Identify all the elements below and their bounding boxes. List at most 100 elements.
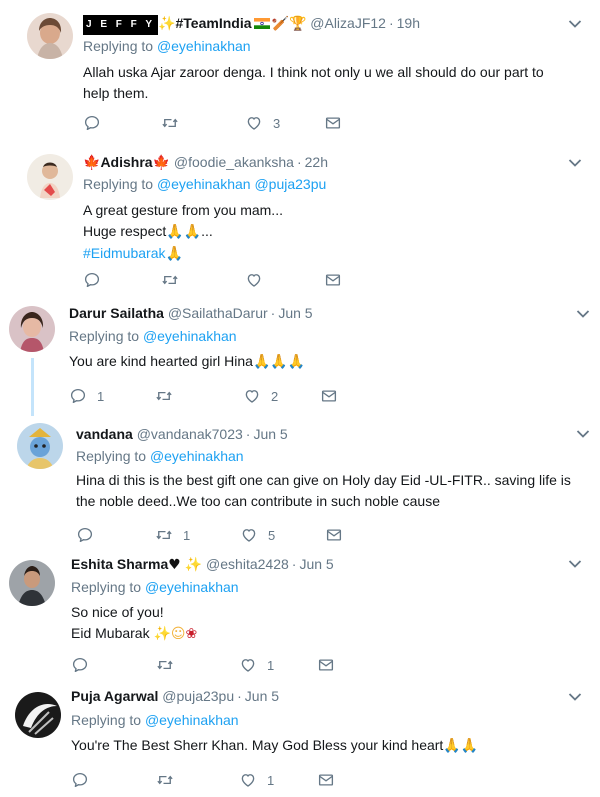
- tweet-header: vandana @vandanak7023 · Jun 5: [76, 426, 288, 442]
- avatar[interactable]: [27, 13, 73, 59]
- avatar[interactable]: [27, 154, 73, 200]
- trophy-icon: 🏆: [288, 16, 307, 32]
- india-flag-icon: [253, 18, 270, 29]
- chevron-down-icon[interactable]: [568, 158, 582, 168]
- avatar[interactable]: [9, 306, 55, 352]
- maple-leaf-icon: 🍁: [152, 155, 170, 171]
- replying-to: Replying to @eyehinakhan @puja23pu: [83, 176, 327, 192]
- reply-button[interactable]: 1: [69, 386, 104, 406]
- retweet-button[interactable]: [161, 270, 179, 290]
- retweet-icon: [161, 114, 179, 132]
- retweet-icon: [155, 387, 173, 405]
- display-name[interactable]: Eshita Sharma♥ ✨: [71, 556, 202, 573]
- reply-button[interactable]: [71, 770, 89, 790]
- dm-button[interactable]: [325, 525, 343, 545]
- chevron-down-icon[interactable]: [568, 559, 582, 569]
- mention-link[interactable]: @eyehinakhan: [157, 38, 251, 54]
- heart-icon: [245, 271, 263, 289]
- retweet-count: 1: [183, 527, 191, 543]
- display-name[interactable]: Puja Agarwal: [71, 688, 158, 704]
- display-name[interactable]: vandana: [76, 426, 133, 442]
- tweet-text: Allah uska Ajar zaroor denga. I think no…: [83, 64, 544, 101]
- handle[interactable]: @SailathaDarur: [168, 305, 268, 321]
- like-button[interactable]: 2: [243, 386, 278, 406]
- retweet-button[interactable]: [155, 386, 173, 406]
- handle[interactable]: @vandanak7023: [137, 426, 243, 442]
- mention-link[interactable]: @eyehinakhan: [143, 328, 237, 344]
- display-name[interactable]: J E F F Y ✨#TeamIndia 🏏🏆: [83, 15, 307, 35]
- retweet-button[interactable]: [156, 770, 174, 790]
- timestamp[interactable]: 22h: [305, 154, 328, 170]
- dm-button[interactable]: [317, 770, 335, 790]
- like-count: 5: [268, 527, 276, 543]
- avatar[interactable]: [15, 692, 61, 738]
- chevron-down-icon[interactable]: [576, 309, 590, 319]
- timestamp[interactable]: Jun 5: [299, 556, 333, 572]
- tweet[interactable]: Puja Agarwal @puja23pu · Jun 5 Replying to…: [0, 684, 600, 797]
- tweet-actions: 3: [83, 113, 383, 133]
- avatar[interactable]: [9, 560, 55, 606]
- handle[interactable]: @puja23pu: [162, 688, 234, 704]
- handle[interactable]: @eshita2428: [206, 556, 289, 572]
- mention-link[interactable]: @eyehinakhan: [145, 579, 239, 595]
- retweet-button[interactable]: 1: [155, 525, 190, 545]
- thread-connector: [31, 358, 34, 416]
- reply-button[interactable]: [71, 655, 89, 675]
- tweet[interactable]: J E F F Y ✨#TeamIndia 🏏🏆 @AlizaJF12 · 19h Re…: [0, 0, 600, 143]
- like-count: 1: [267, 772, 275, 788]
- dm-button[interactable]: [317, 655, 335, 675]
- folded-hands-icon: 🙏🙏🙏: [252, 354, 306, 370]
- reply-button[interactable]: [76, 525, 94, 545]
- tweet[interactable]: Darur Sailatha @SailathaDarur · Jun 5 Repl…: [0, 296, 600, 421]
- timestamp[interactable]: Jun 5: [278, 305, 312, 321]
- timestamp[interactable]: Jun 5: [245, 688, 279, 704]
- reply-button[interactable]: [83, 113, 101, 133]
- sparkles-icon: ✨: [153, 626, 171, 642]
- dm-button[interactable]: [324, 113, 342, 133]
- timestamp[interactable]: 19h: [397, 15, 420, 31]
- folded-hands-icon: 🙏🙏: [443, 738, 479, 754]
- handle[interactable]: @AlizaJF12: [310, 15, 386, 31]
- avatar[interactable]: [17, 423, 63, 469]
- handle[interactable]: @foodie_akanksha: [174, 154, 294, 170]
- mail-icon: [317, 771, 335, 789]
- like-button[interactable]: 1: [239, 655, 274, 675]
- like-button[interactable]: 5: [240, 525, 275, 545]
- heart-icon: [240, 526, 258, 544]
- timestamp[interactable]: Jun 5: [253, 426, 287, 442]
- hashtag-link[interactable]: #Eidmubarak: [83, 245, 166, 261]
- tweet-header: Darur Sailatha @SailathaDarur · Jun 5: [69, 305, 313, 321]
- tweet[interactable]: 🍁Adishra🍁 @foodie_akanksha · 22h Replying …: [0, 142, 600, 297]
- chevron-down-icon[interactable]: [568, 19, 582, 29]
- retweet-button[interactable]: [156, 655, 174, 675]
- replying-to: Replying to @eyehinakhan: [69, 328, 237, 344]
- mention-link[interactable]: @eyehinakhan: [157, 176, 251, 192]
- retweet-icon: [161, 271, 179, 289]
- chevron-down-icon[interactable]: [576, 429, 590, 439]
- tweet[interactable]: vandana @vandanak7023 · Jun 5 Replying to …: [0, 420, 600, 547]
- chevron-down-icon[interactable]: [568, 692, 582, 702]
- heart-icon: [243, 387, 261, 405]
- dm-button[interactable]: [324, 270, 342, 290]
- display-name[interactable]: 🍁Adishra🍁: [83, 154, 170, 171]
- tweet[interactable]: Eshita Sharma♥ ✨ @eshita2428 · Jun 5 Reply…: [0, 546, 600, 685]
- heart-icon: [245, 114, 263, 132]
- like-count: 3: [273, 115, 281, 131]
- tweet-actions: 1 2: [69, 386, 369, 406]
- like-button[interactable]: 1: [239, 770, 274, 790]
- like-button[interactable]: 3: [245, 113, 280, 133]
- dm-button[interactable]: [320, 386, 338, 406]
- tweet-text: You are kind hearted girl Hina🙏🙏🙏: [69, 353, 306, 370]
- like-count: 2: [271, 388, 279, 404]
- like-button[interactable]: [245, 270, 263, 290]
- tweet-actions: 1: [71, 655, 371, 675]
- mention-link[interactable]: @puja23pu: [254, 176, 326, 192]
- tweet-text: Hina di this is the best gift one can gi…: [76, 472, 571, 509]
- retweet-button[interactable]: [161, 113, 179, 133]
- reply-button[interactable]: [83, 270, 101, 290]
- mention-link[interactable]: @eyehinakhan: [150, 448, 244, 464]
- mention-link[interactable]: @eyehinakhan: [145, 712, 239, 728]
- display-name[interactable]: Darur Sailatha: [69, 305, 164, 321]
- tweet-header: 🍁Adishra🍁 @foodie_akanksha · 22h: [83, 154, 328, 171]
- hugging-face-icon: ☺: [170, 626, 186, 642]
